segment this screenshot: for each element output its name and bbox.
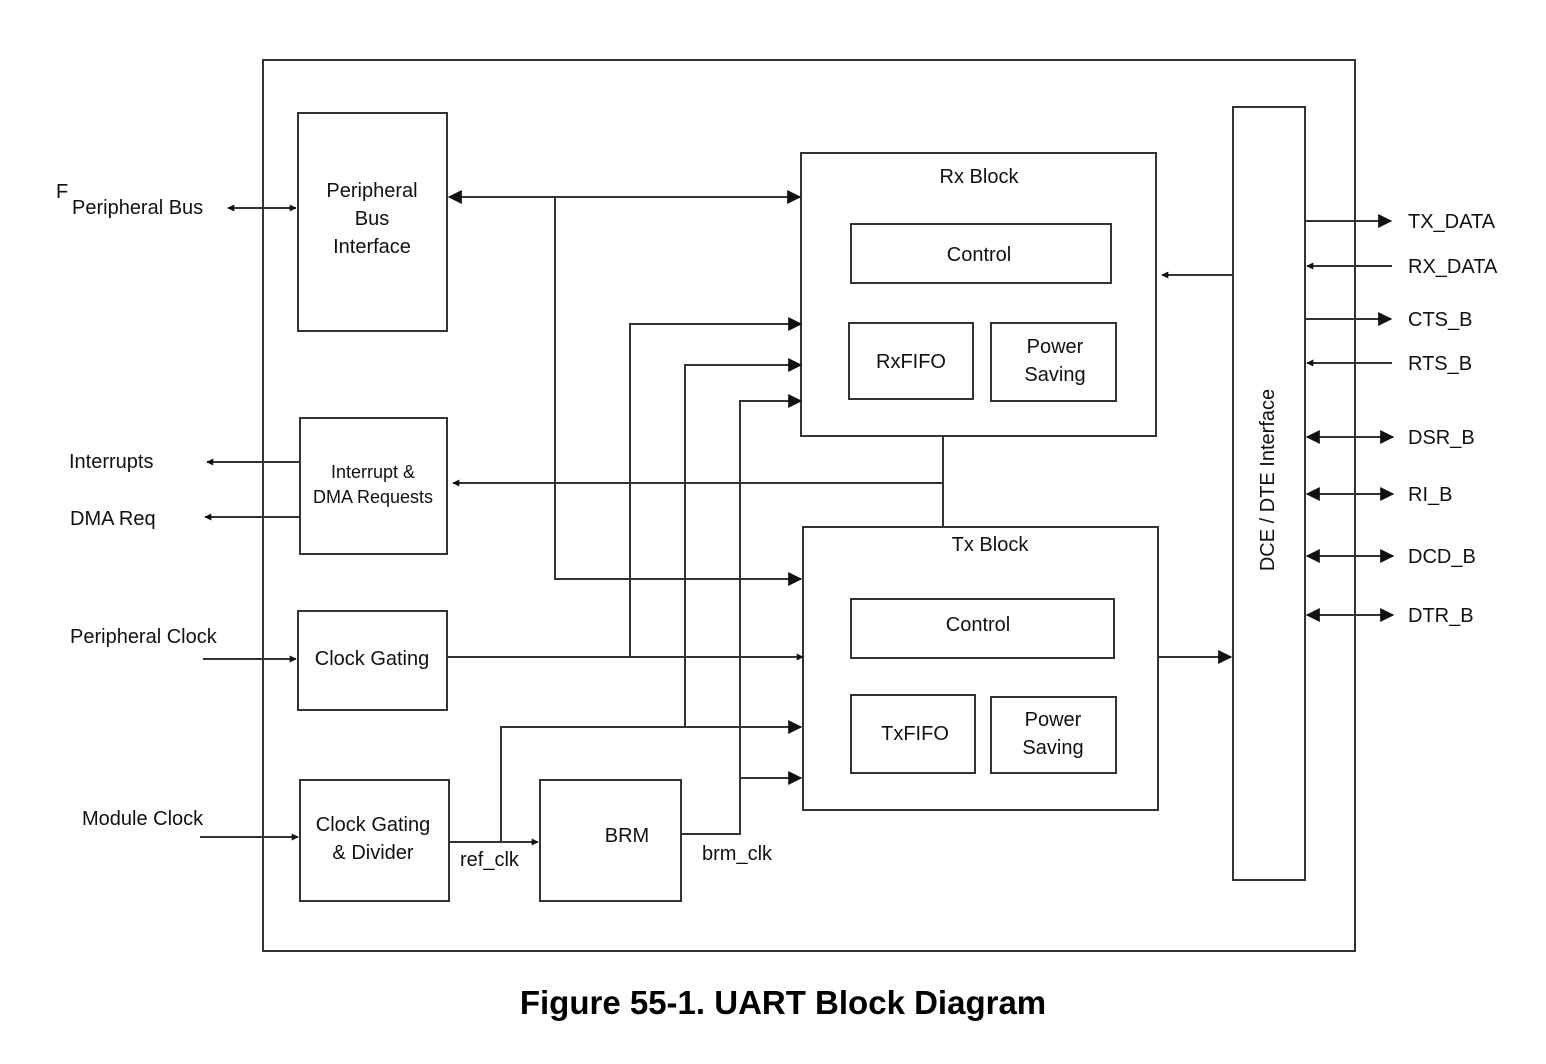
dma-req-label: DMA Req — [70, 508, 156, 530]
tx-power-saving-line2: Saving — [1022, 737, 1083, 759]
signal-label: DSR_B — [1408, 427, 1475, 449]
peripheral-clock-label: Peripheral Clock — [70, 626, 218, 648]
signal-label: DCD_B — [1408, 546, 1476, 568]
dce-dte-label: DCE / DTE Interface — [1257, 389, 1279, 571]
uart-block-diagram: F Peripheral Bus Interface Interrupt & D… — [56, 59, 1498, 1021]
pbi-label-line3: Interface — [333, 236, 411, 258]
stray-glyph: F — [56, 181, 68, 203]
tx-block-title: Tx Block — [952, 534, 1030, 556]
brm-block: BRM — [539, 779, 682, 902]
signal-label: DTR_B — [1408, 605, 1474, 627]
pbi-label-line2: Bus — [355, 208, 389, 230]
rx-block: Rx Block Control RxFIFO Power Saving — [800, 152, 1157, 437]
dce-dte-interface-block: DCE / DTE Interface — [1232, 106, 1306, 881]
rx-block-title: Rx Block — [940, 166, 1020, 188]
signal-label: RX_DATA — [1408, 256, 1498, 278]
brm-label: BRM — [605, 825, 649, 847]
pbi-label-line1: Peripheral — [326, 180, 417, 202]
cgd-label-line1: Clock Gating — [316, 814, 431, 836]
cgd-label-line2: & Divider — [332, 842, 413, 864]
signal-label: TX_DATA — [1408, 211, 1496, 233]
tx-block: Tx Block Control TxFIFO Power Saving — [802, 526, 1159, 811]
signal-label: RTS_B — [1408, 353, 1472, 375]
interrupts-label: Interrupts — [69, 451, 153, 473]
rx-fifo-label: RxFIFO — [876, 351, 946, 373]
interrupt-dma-block: Interrupt & DMA Requests — [299, 417, 448, 555]
tx-fifo-label: TxFIFO — [881, 723, 949, 745]
rx-power-saving-block — [990, 322, 1117, 402]
tx-control-label: Control — [946, 614, 1010, 636]
clock-gating-divider-block: Clock Gating & Divider — [299, 779, 450, 902]
rx-power-saving-line2: Saving — [1024, 364, 1085, 386]
ref-clk-label: ref_clk — [460, 849, 520, 871]
rx-power-saving-line1: Power — [1027, 336, 1084, 358]
irq-dma-label-line2: DMA Requests — [313, 487, 433, 507]
clock-gating-block: Clock Gating — [297, 610, 448, 711]
rx-control-label: Control — [947, 244, 1011, 266]
tx-power-saving-line1: Power — [1025, 709, 1082, 731]
signal-label: RI_B — [1408, 484, 1452, 506]
clock-gating-label: Clock Gating — [315, 648, 430, 670]
signal-label: CTS_B — [1408, 309, 1472, 331]
irq-dma-label-line1: Interrupt & — [331, 462, 415, 482]
peripheral-bus-label: Peripheral Bus — [72, 197, 203, 219]
figure-caption: Figure 55-1. UART Block Diagram — [520, 984, 1046, 1021]
brm-clk-label: brm_clk — [702, 843, 773, 865]
module-clock-label: Module Clock — [82, 808, 204, 830]
peripheral-bus-interface-block: Peripheral Bus Interface — [297, 112, 448, 332]
